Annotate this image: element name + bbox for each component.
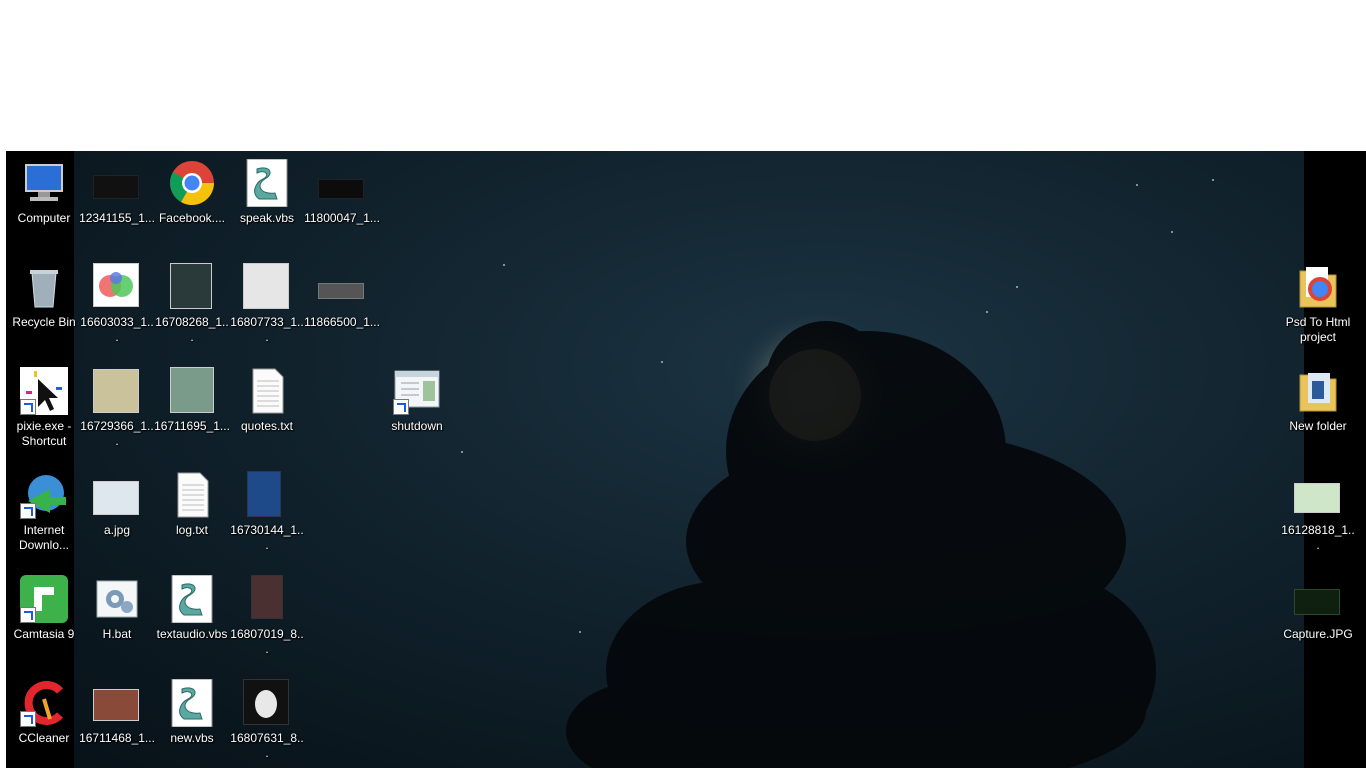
desktop-icon-image-16807631[interactable]: 16807631_8... <box>229 671 305 761</box>
folder-icon <box>1294 263 1342 311</box>
desktop-icon-image-16603033[interactable]: 16603033_1... <box>79 255 155 345</box>
script-icon <box>243 158 291 208</box>
desktop[interactable]: Computer Recycle Bin pixie.exe - Shortcu… <box>6 151 1366 768</box>
icon-label: 16711695_1... <box>154 419 230 433</box>
image-thumbnail-icon <box>168 367 216 415</box>
icon-label: new.vbs <box>170 731 214 745</box>
image-thumbnail-icon <box>1294 575 1342 623</box>
image-thumbnail-icon <box>93 367 141 415</box>
desktop-icon-shutdown[interactable]: shutdown <box>379 359 455 434</box>
shortcut-arrow-icon <box>20 711 36 727</box>
text-file-icon <box>243 367 291 415</box>
icon-label: quotes.txt <box>240 419 294 433</box>
icon-label: log.txt <box>175 523 208 537</box>
desktop-icon-h-bat[interactable]: H.bat <box>79 567 155 642</box>
batch-file-icon <box>93 575 141 623</box>
desktop-icon-psd-to-html-project[interactable]: Psd To Html project <box>1280 255 1356 345</box>
desktop-icon-image-16708268[interactable]: 16708268_1... <box>154 255 230 345</box>
desktop-icon-image-16711695[interactable]: 16711695_1... <box>154 359 230 434</box>
icon-label: 16711468_1... <box>79 731 155 745</box>
icon-label: 16603033_1... <box>80 315 154 344</box>
desktop-icon-facebook-chrome[interactable]: Facebook.... <box>154 151 230 226</box>
chrome-icon <box>168 159 216 207</box>
icon-label: H.bat <box>102 627 132 641</box>
icon-label: speak.vbs <box>239 211 295 225</box>
icon-label: 16807631_8... <box>230 731 304 760</box>
desktop-icon-image-11800047[interactable]: 11800047_1... <box>304 151 380 226</box>
icon-label: Psd To Html project <box>1285 315 1351 344</box>
desktop-icon-image-16711468[interactable]: 16711468_1... <box>79 671 155 746</box>
image-thumbnail-icon <box>1294 471 1342 519</box>
shutdown-shortcut-icon <box>393 367 441 415</box>
icon-label: shutdown <box>391 419 443 433</box>
text-file-icon <box>168 471 216 519</box>
image-thumbnail-icon <box>93 471 141 519</box>
script-icon <box>168 678 216 728</box>
folder-icon <box>1294 367 1342 415</box>
shortcut-arrow-icon <box>20 503 36 519</box>
desktop-icon-capture-jpg[interactable]: Capture.JPG <box>1280 567 1356 642</box>
pixie-icon <box>20 367 68 415</box>
ccleaner-icon <box>20 679 68 727</box>
image-thumbnail-icon <box>243 679 291 727</box>
desktop-icon-image-16807733[interactable]: 16807733_1... <box>229 255 305 345</box>
shortcut-arrow-icon <box>20 399 36 415</box>
icon-label: a.jpg <box>103 523 131 537</box>
image-thumbnail-icon <box>243 575 291 623</box>
image-thumbnail-icon <box>243 263 291 311</box>
icon-label: Recycle Bin <box>12 315 76 329</box>
icon-label: Capture.JPG <box>1283 627 1353 641</box>
idm-icon <box>20 471 68 519</box>
recycle-bin-icon <box>20 263 68 311</box>
script-icon <box>168 574 216 624</box>
shortcut-arrow-icon <box>20 607 36 623</box>
image-thumbnail-icon <box>93 159 141 207</box>
desktop-icon-image-16729366[interactable]: 16729366_1... <box>79 359 155 449</box>
icon-label: Internet Downlo... <box>18 523 70 552</box>
icon-label: 11800047_1... <box>304 211 380 225</box>
desktop-icon-a-jpg[interactable]: a.jpg <box>79 463 155 538</box>
desktop-icon-image-16128818[interactable]: 16128818_1... <box>1280 463 1356 553</box>
desktop-icon-speak-vbs[interactable]: speak.vbs <box>229 151 305 226</box>
desktop-icon-camtasia[interactable]: Camtasia 9 <box>6 567 82 642</box>
desktop-icon-ccleaner[interactable]: CCleaner <box>6 671 82 746</box>
icon-label: 16729366_1... <box>80 419 154 448</box>
icon-label: 11866500_1... <box>304 315 380 329</box>
camtasia-icon <box>20 575 68 623</box>
image-thumbnail-icon <box>243 471 291 519</box>
shortcut-arrow-icon <box>393 399 409 415</box>
desktop-icon-image-16807019[interactable]: 16807019_8... <box>229 567 305 657</box>
desktop-icon-log-txt[interactable]: log.txt <box>154 463 230 538</box>
desktop-icon-new-vbs[interactable]: new.vbs <box>154 671 230 746</box>
icon-label: 16730144_1... <box>230 523 304 552</box>
icon-label: CCleaner <box>18 731 70 745</box>
computer-icon <box>20 159 68 207</box>
image-thumbnail-icon <box>318 263 366 311</box>
icon-label: New folder <box>1289 419 1347 433</box>
icon-label: pixie.exe - Shortcut <box>16 419 72 448</box>
desktop-icon-computer[interactable]: Computer <box>6 151 82 226</box>
icon-label: 16807733_1... <box>230 315 304 344</box>
icon-label: Computer <box>17 211 71 225</box>
desktop-icon-image-11866500[interactable]: 11866500_1... <box>304 255 380 330</box>
desktop-icon-textaudio-vbs[interactable]: textaudio.vbs <box>154 567 230 642</box>
desktop-icon-internet-download-manager[interactable]: Internet Downlo... <box>6 463 82 553</box>
icon-label: Camtasia 9 <box>13 627 75 641</box>
desktop-icon-image-16730144[interactable]: 16730144_1... <box>229 463 305 553</box>
icon-label: 12341155_1... <box>79 211 155 225</box>
image-thumbnail-icon <box>93 679 141 727</box>
desktop-icon-recycle-bin[interactable]: Recycle Bin <box>6 255 82 330</box>
icon-label: 16708268_1... <box>155 315 229 344</box>
icon-label: 16807019_8... <box>230 627 304 656</box>
icon-label: textaudio.vbs <box>156 627 228 641</box>
image-thumbnail-icon <box>168 263 216 311</box>
desktop-icon-image-12341155[interactable]: 12341155_1... <box>79 151 155 226</box>
desktop-icon-new-folder[interactable]: New folder <box>1280 359 1356 434</box>
desktop-icon-quotes-txt[interactable]: quotes.txt <box>229 359 305 434</box>
icon-label: Facebook.... <box>158 211 226 225</box>
image-thumbnail-icon <box>93 263 141 311</box>
image-thumbnail-icon <box>318 159 366 207</box>
desktop-icon-pixie-shortcut[interactable]: pixie.exe - Shortcut <box>6 359 82 449</box>
icon-label: 16128818_1... <box>1281 523 1355 552</box>
